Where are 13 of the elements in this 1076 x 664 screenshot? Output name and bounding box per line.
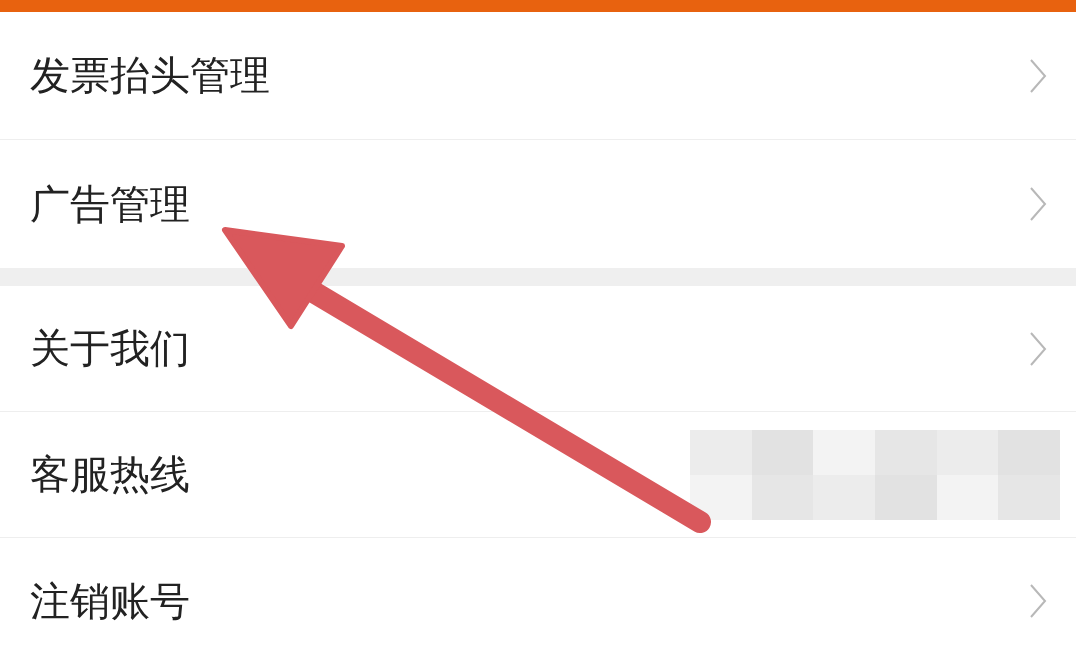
chevron-icon xyxy=(1028,57,1048,94)
settings-row[interactable]: 注销账号 xyxy=(0,538,1076,664)
settings-row[interactable]: 客服热线 xyxy=(0,412,1076,538)
chevron-icon xyxy=(1028,583,1048,619)
row-label: 关于我们 xyxy=(30,324,190,373)
row-label: 客服热线 xyxy=(30,450,190,499)
settings-row[interactable]: 发票抬头管理 xyxy=(0,12,1076,140)
chevron-icon xyxy=(1028,330,1048,367)
row-label: 发票抬头管理 xyxy=(30,51,270,100)
row-label: 注销账号 xyxy=(30,576,190,626)
settings-row[interactable]: 广告管理 xyxy=(0,140,1076,268)
chevron-icon xyxy=(1028,186,1048,222)
row-label: 广告管理 xyxy=(30,179,190,229)
